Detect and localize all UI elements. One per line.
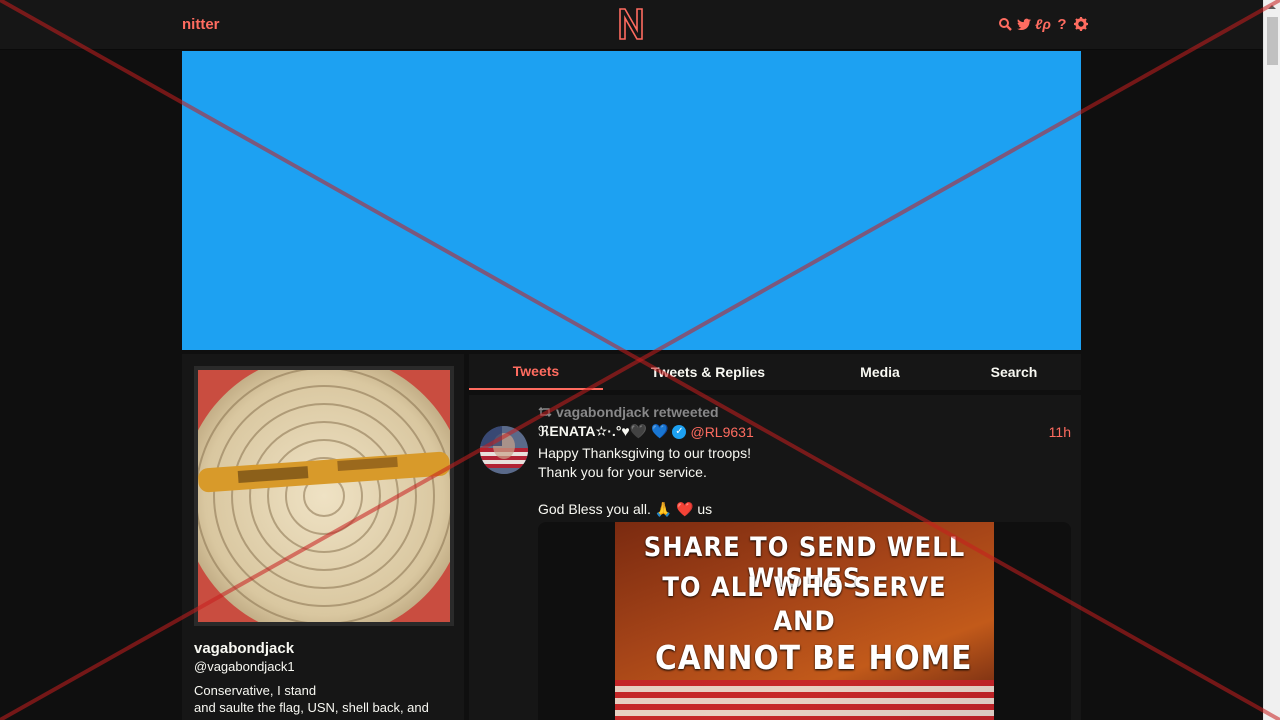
profile-banner[interactable] (182, 51, 1081, 350)
tab-tweets-replies[interactable]: Tweets & Replies (603, 354, 813, 390)
retweet-icon (538, 404, 552, 420)
avatar-image (198, 370, 450, 622)
timeline-tabs: Tweets Tweets & Replies Media Search (469, 354, 1081, 390)
retweet-header: vagabondjack retweeted (538, 404, 719, 420)
tweet-header: ℜENATA✫·.°♥🖤 💙 ✓ @RL9631 (538, 423, 754, 440)
profile-avatar[interactable] (194, 366, 454, 626)
rss-icon[interactable]: ℓρ (1035, 16, 1051, 32)
search-icon[interactable] (998, 16, 1012, 32)
nav-icons: ℓρ ? (998, 16, 1088, 33)
tweet-avatar[interactable] (480, 426, 528, 474)
verified-icon: ✓ (672, 424, 687, 439)
tweet-handle[interactable]: @RL9631 (690, 424, 753, 440)
flag-graphic (615, 680, 994, 720)
tab-tweets[interactable]: Tweets (469, 354, 603, 390)
tweet-content: Happy Thanksgiving to our troops! Thank … (538, 445, 751, 517)
media-text-line: TO ALL WHO SERVE (662, 572, 947, 603)
tweet-fullname[interactable]: ℜENATA✫·.°♥🖤 💙 (538, 423, 668, 440)
profile-bio: Conservative, I stand and saulte the fla… (194, 683, 429, 715)
tweet-date-link[interactable]: 11h (1049, 424, 1071, 440)
twitter-bird-icon[interactable] (1017, 16, 1031, 32)
help-icon[interactable]: ? (1055, 16, 1069, 33)
profile-card: vagabondjack @vagabondjack1 Conservative… (182, 354, 464, 720)
media-text-line: AND (773, 606, 836, 637)
tab-media[interactable]: Media (813, 354, 947, 390)
profile-username[interactable]: @vagabondjack1 (194, 659, 295, 674)
navbar: nitter ℓρ ? (0, 0, 1263, 50)
media-image[interactable]: SHARE TO SEND WELL WISHES TO ALL WHO SER… (615, 522, 994, 720)
tweet-media[interactable]: SHARE TO SEND WELL WISHES TO ALL WHO SER… (538, 522, 1071, 720)
nitter-logo-link[interactable]: nitter (182, 16, 220, 33)
scroll-up-icon[interactable] (1268, 5, 1276, 9)
scroll-thumb[interactable] (1267, 17, 1278, 65)
nitter-n-icon[interactable] (617, 6, 645, 42)
settings-icon[interactable] (1074, 16, 1088, 32)
retweet-label: vagabondjack retweeted (556, 404, 719, 420)
tab-search[interactable]: Search (947, 354, 1081, 390)
media-text-line: CANNOT BE HOME (655, 638, 973, 677)
profile-fullname[interactable]: vagabondjack (194, 640, 294, 657)
page-scrollbar[interactable] (1263, 0, 1280, 720)
timeline: vagabondjack retweeted ℜENATA✫·.°♥🖤 💙 ✓ … (469, 395, 1081, 720)
